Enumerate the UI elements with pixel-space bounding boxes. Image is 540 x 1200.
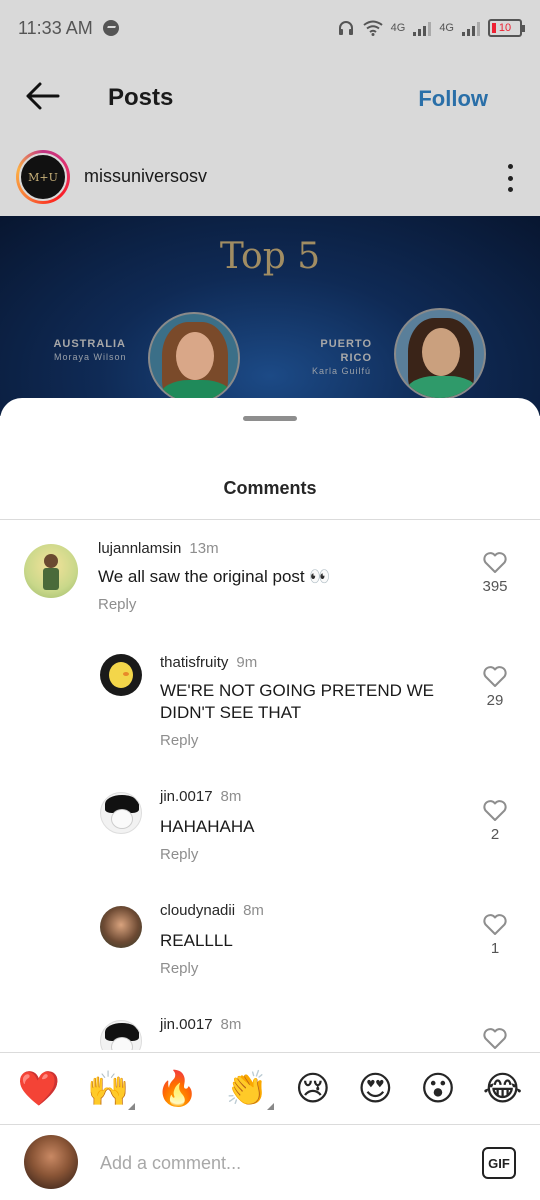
- left-country-label: AUSTRALIA: [53, 338, 126, 350]
- comment-username[interactable]: cloudynadii 8m: [160, 902, 264, 919]
- post-image[interactable]: Top 5 AUSTRALIA Moraya Wilson PUERTO RIC…: [0, 216, 540, 416]
- commenter-avatar[interactable]: [100, 792, 142, 834]
- comment-time: 8m: [220, 1016, 242, 1033]
- back-arrow-icon[interactable]: [24, 78, 60, 114]
- crying-face-emoji-icon[interactable]: 😢: [295, 1072, 330, 1106]
- right-country-line2: RICO: [340, 352, 372, 364]
- header: Posts Follow: [0, 56, 540, 140]
- author-avatar[interactable]: M+U: [16, 150, 70, 204]
- network-label-1: 4G: [390, 22, 406, 34]
- like-count: 29: [486, 692, 504, 709]
- red-heart-emoji-icon[interactable]: ❤️: [18, 1072, 60, 1106]
- like-count: 2: [490, 826, 500, 843]
- post-image-title: Top 5: [219, 236, 321, 277]
- fire-emoji-icon[interactable]: 🔥: [156, 1072, 198, 1106]
- commenter-avatar[interactable]: [100, 1020, 142, 1050]
- emoji-reaction-bar: ❤️ 🙌 🔥 👏 😢 😍 😮 😂: [0, 1052, 540, 1124]
- comment-text-line2: DIDN'T SEE THAT: [160, 703, 302, 722]
- reply-button[interactable]: Reply: [160, 732, 198, 749]
- my-avatar: [24, 1135, 78, 1189]
- comment-text: We all saw the original post 👀: [98, 567, 331, 586]
- like-count: 395: [482, 578, 508, 595]
- heart-eyes-emoji-icon[interactable]: 😍: [358, 1072, 393, 1106]
- author-username[interactable]: missuniversosv: [84, 166, 207, 187]
- status-bar: 11:33 AM 4G 4G 10: [0, 0, 540, 56]
- more-options-icon[interactable]: [506, 164, 514, 192]
- tears-of-joy-emoji-icon[interactable]: 😂: [483, 1072, 523, 1106]
- commenter-avatar[interactable]: [100, 654, 142, 696]
- like-heart-icon[interactable]: [480, 550, 510, 574]
- comment-text: HAHAHAHA: [160, 817, 255, 836]
- comments-title: Comments: [223, 478, 317, 498]
- signal-icon-2: [462, 20, 480, 36]
- status-icons: 4G 4G 10: [337, 19, 525, 37]
- sheet-drag-handle[interactable]: [243, 416, 297, 421]
- reply-button[interactable]: Reply: [160, 960, 198, 977]
- post-author-row: M+U missuniversosv: [0, 140, 540, 216]
- clapping-hands-emoji-icon[interactable]: 👏: [226, 1072, 275, 1110]
- like-count: 1: [490, 940, 500, 957]
- comment-time: 8m: [243, 902, 264, 919]
- follow-button[interactable]: Follow: [418, 86, 488, 112]
- battery-icon: 10: [488, 19, 525, 37]
- page-title: Posts: [108, 84, 174, 111]
- right-country-line1: PUERTO: [320, 338, 372, 350]
- left-contestant-portrait: [148, 312, 240, 404]
- add-comment-bar: GIF: [0, 1124, 540, 1200]
- signal-icon-1: [413, 20, 432, 36]
- comment-username[interactable]: thatisfruity 9m: [160, 654, 257, 671]
- like-heart-icon[interactable]: [480, 1026, 510, 1050]
- headphones-icon: [338, 21, 353, 35]
- comment-text: REALLLL: [160, 931, 233, 950]
- comment-item: lujannlamsin 13m We all saw the original …: [0, 520, 540, 638]
- gif-button[interactable]: GIF: [482, 1147, 516, 1179]
- battery-level: 10: [498, 22, 512, 34]
- like-heart-icon[interactable]: [480, 912, 510, 936]
- messenger-notification-icon: [102, 20, 119, 36]
- comment-reply-item: jin.0017 8m: [0, 1000, 540, 1050]
- comment-input[interactable]: [100, 1147, 440, 1179]
- wifi-icon: [363, 20, 383, 36]
- commenter-avatar[interactable]: [100, 906, 142, 948]
- reply-button[interactable]: Reply: [98, 596, 136, 613]
- right-contestant-portrait: [394, 308, 486, 400]
- status-time: 11:33 AM: [18, 17, 93, 38]
- comment-reply-item: cloudynadii 8m REALLLL Reply 1: [0, 886, 540, 1000]
- comment-time: 8m: [220, 788, 242, 805]
- like-heart-icon[interactable]: [480, 798, 510, 822]
- reply-button[interactable]: Reply: [160, 846, 198, 863]
- comment-username[interactable]: jin.0017 8m: [160, 1016, 241, 1033]
- raising-hands-emoji-icon[interactable]: 🙌: [87, 1072, 136, 1110]
- comment-username[interactable]: jin.0017 8m: [160, 788, 241, 805]
- left-contestant-name: Moraya Wilson: [54, 352, 127, 362]
- author-avatar-logo: M+U: [19, 153, 67, 201]
- commenter-avatar[interactable]: [24, 544, 78, 598]
- right-contestant-name: Karla Guilfú: [312, 366, 372, 376]
- comment-text-line1: WE'RE NOT GOING PRETEND WE: [160, 681, 435, 700]
- comment-reply-item: jin.0017 8m HAHAHAHA Reply 2: [0, 772, 540, 886]
- comment-reply-item: thatisfruity 9m WE'RE NOT GOING PRETEND W…: [0, 638, 540, 772]
- surprised-face-emoji-icon[interactable]: 😮: [420, 1072, 455, 1106]
- comment-time: 13m: [189, 540, 219, 557]
- network-label-2: 4G: [439, 22, 454, 34]
- comment-time: 9m: [236, 654, 258, 671]
- comments-list[interactable]: lujannlamsin 13m We all saw the original …: [0, 520, 540, 1050]
- like-heart-icon[interactable]: [480, 664, 510, 688]
- comment-username[interactable]: lujannlamsin 13m: [98, 540, 219, 557]
